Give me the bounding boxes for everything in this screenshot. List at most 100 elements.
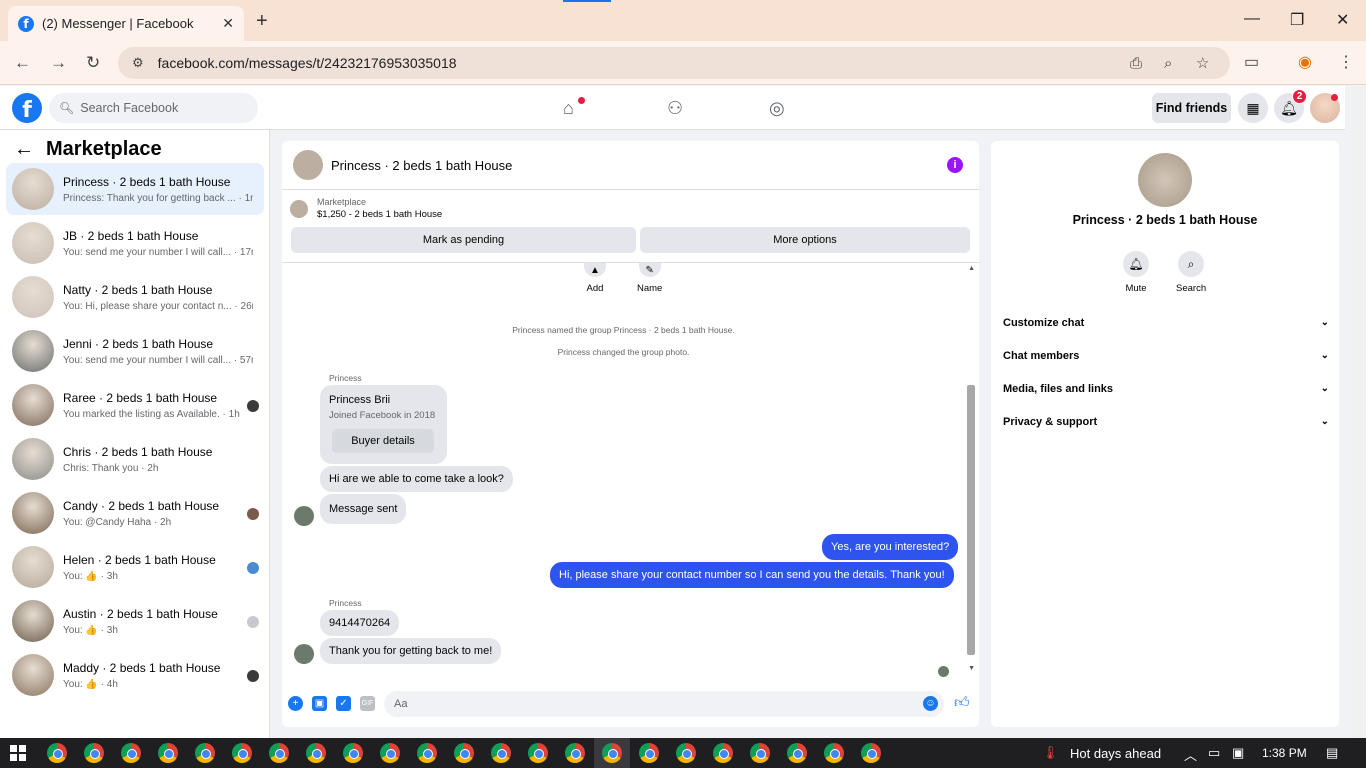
conversation-item[interactable]: Maddy · 2 beds 1 bath House You: 👍 · 4h — [6, 649, 264, 701]
chrome-taskbar-icon[interactable] — [454, 743, 474, 763]
outgoing-message[interactable]: Yes, are you interested? — [822, 534, 959, 560]
chat-title[interactable]: Princess · 2 beds 1 bath House — [331, 158, 512, 173]
minimize-icon[interactable]: — — [1244, 10, 1260, 28]
chrome-taskbar-icon[interactable] — [565, 743, 585, 763]
chrome-taskbar-icon[interactable] — [417, 743, 437, 763]
tray-chevron-up-icon[interactable]: ︿ — [1184, 745, 1197, 764]
conversation-item[interactable]: JB · 2 beds 1 bath House You: send me you… — [6, 217, 264, 269]
new-tab-icon[interactable]: + — [256, 10, 268, 33]
friends-icon[interactable]: ⚇ — [667, 98, 683, 119]
chrome-taskbar-icon[interactable] — [232, 743, 252, 763]
install-app-icon[interactable]: ⎙ — [1130, 55, 1142, 72]
incoming-message[interactable]: Hi are we able to come take a look? — [320, 466, 513, 492]
conversation-item[interactable]: Raree · 2 beds 1 bath House You marked th… — [6, 379, 264, 431]
more-options-button[interactable]: More options — [640, 227, 970, 253]
mark-as-pending-button[interactable]: Mark as pending — [291, 227, 636, 253]
browser-tab[interactable]: f (2) Messenger | Facebook ✕ — [8, 6, 244, 41]
chat-scrollbar[interactable] — [967, 385, 975, 655]
chrome-taskbar-icon[interactable] — [269, 743, 289, 763]
incoming-message[interactable]: 9414470264 — [320, 610, 400, 636]
window-close-icon[interactable]: ✕ — [1336, 10, 1349, 30]
site-info-icon[interactable]: ⚙ — [132, 55, 144, 71]
search-action[interactable]: ⌕ Search — [1176, 251, 1206, 294]
restore-icon[interactable]: ❐ — [1290, 10, 1304, 30]
chrome-taskbar-icon[interactable] — [639, 743, 659, 763]
browser-menu-icon[interactable]: ⋮ — [1338, 52, 1354, 72]
facebook-logo-icon[interactable]: f — [12, 93, 42, 123]
chrome-taskbar-icon[interactable] — [750, 743, 770, 763]
back-icon[interactable]: ← — [14, 53, 31, 73]
conversation-item[interactable]: Jenni · 2 beds 1 bath House You: send me … — [6, 325, 264, 377]
page-scrollbar[interactable] — [1351, 86, 1366, 738]
chrome-taskbar-icon[interactable] — [195, 743, 215, 763]
clock-time[interactable]: 1:38 PM — [1262, 746, 1307, 760]
network-icon[interactable]: ▣ — [1232, 745, 1244, 761]
reload-icon[interactable]: ↻ — [86, 53, 100, 73]
facebook-search-input[interactable]: 🔍︎ Search Facebook — [49, 93, 258, 123]
conversation-item[interactable]: Candy · 2 beds 1 bath House You: @Candy H… — [6, 487, 264, 539]
back-arrow-icon[interactable]: ← — [14, 138, 34, 161]
notification-center-icon[interactable]: ▤ — [1326, 745, 1338, 761]
add-action[interactable]: ▲ Add — [584, 263, 606, 294]
conversation-item[interactable]: Chris · 2 beds 1 bath House Chris: Thank … — [6, 433, 264, 485]
group-avatar[interactable] — [1138, 153, 1192, 207]
listing-thumbnail — [12, 492, 54, 534]
chat-avatar[interactable] — [293, 150, 323, 180]
listing-info[interactable]: Marketplace $1,250 - 2 beds 1 bath House — [290, 197, 442, 220]
photo-icon[interactable]: ▣ — [312, 696, 327, 711]
home-icon[interactable]: ⌂ — [563, 98, 574, 119]
chrome-taskbar-icon[interactable] — [158, 743, 178, 763]
profile-icon[interactable]: ◉ — [1298, 52, 1312, 72]
chrome-taskbar-icon[interactable] — [713, 743, 733, 763]
forward-icon[interactable]: → — [50, 53, 67, 73]
find-friends-button[interactable]: Find friends — [1152, 93, 1231, 123]
groups-icon[interactable]: ◎ — [769, 98, 785, 119]
media-files-links-row[interactable]: Media, files and links ⌄ — [1003, 383, 1329, 395]
name-action[interactable]: ✎ Name — [637, 263, 662, 294]
chrome-taskbar-icon[interactable] — [787, 743, 807, 763]
menu-grid-icon[interactable]: ▦ — [1238, 93, 1268, 123]
scroll-up-icon[interactable]: ▲ — [968, 265, 975, 272]
customize-chat-row[interactable]: Customize chat ⌄ — [1003, 317, 1329, 329]
url-bar[interactable]: ⚙ facebook.com/messages/t/24232176953035… — [118, 47, 1230, 79]
plus-icon[interactable]: + — [288, 696, 303, 711]
thumbs-up-icon[interactable]: 👍︎ — [954, 694, 970, 712]
emoji-icon[interactable]: ☺ — [923, 696, 938, 711]
battery-icon[interactable]: ▭ — [1208, 745, 1220, 761]
gif-icon[interactable]: GIF — [360, 696, 375, 711]
zoom-icon[interactable]: ⌕ — [1164, 55, 1172, 72]
message-input[interactable]: Aa ☺ — [384, 691, 944, 717]
chrome-taskbar-icon[interactable] — [491, 743, 511, 763]
weather-text[interactable]: Hot days ahead — [1070, 746, 1161, 761]
chrome-taskbar-icon[interactable] — [306, 743, 326, 763]
chrome-taskbar-icon[interactable] — [824, 743, 844, 763]
chrome-taskbar-icon[interactable] — [121, 743, 141, 763]
conversation-item[interactable]: Helen · 2 beds 1 bath House You: 👍 · 3h — [6, 541, 264, 593]
scroll-down-icon[interactable]: ▼ — [968, 665, 975, 672]
incoming-message[interactable]: Thank you for getting back to me! — [320, 638, 502, 664]
tab-close-icon[interactable]: ✕ — [222, 15, 234, 32]
chrome-taskbar-icon[interactable] — [528, 743, 548, 763]
mute-action[interactable]: 🔔︎ Mute — [1123, 251, 1149, 294]
chrome-taskbar-icon[interactable] — [84, 743, 104, 763]
chrome-taskbar-icon[interactable] — [47, 743, 67, 763]
conversation-item[interactable]: Princess · 2 beds 1 bath House Princess: … — [6, 163, 264, 215]
privacy-support-row[interactable]: Privacy & support ⌄ — [1003, 416, 1329, 428]
chrome-taskbar-icon[interactable] — [676, 743, 696, 763]
windows-start-icon[interactable] — [10, 745, 26, 761]
info-icon[interactable]: i — [947, 157, 963, 173]
conversation-item[interactable]: Natty · 2 beds 1 bath House You: Hi, plea… — [6, 271, 264, 323]
chrome-taskbar-icon[interactable] — [343, 743, 363, 763]
bookmark-star-icon[interactable]: ☆ — [1196, 54, 1209, 72]
conversation-item[interactable]: Austin · 2 beds 1 bath House You: 👍 · 3h — [6, 595, 264, 647]
weather-thermometer-icon[interactable]: 🌡︎ — [1042, 745, 1059, 761]
incoming-message[interactable]: Message sent — [320, 494, 407, 524]
chrome-taskbar-icon[interactable] — [602, 743, 622, 763]
buyer-details-button[interactable]: Buyer details — [332, 429, 434, 453]
side-panel-icon[interactable]: ▭ — [1244, 52, 1259, 72]
outgoing-message[interactable]: Hi, please share your contact number so … — [550, 562, 954, 588]
sticker-icon[interactable]: ✓ — [336, 696, 351, 711]
chat-members-row[interactable]: Chat members ⌄ — [1003, 350, 1329, 362]
chrome-taskbar-icon[interactable] — [380, 743, 400, 763]
chrome-taskbar-icon[interactable] — [861, 743, 881, 763]
